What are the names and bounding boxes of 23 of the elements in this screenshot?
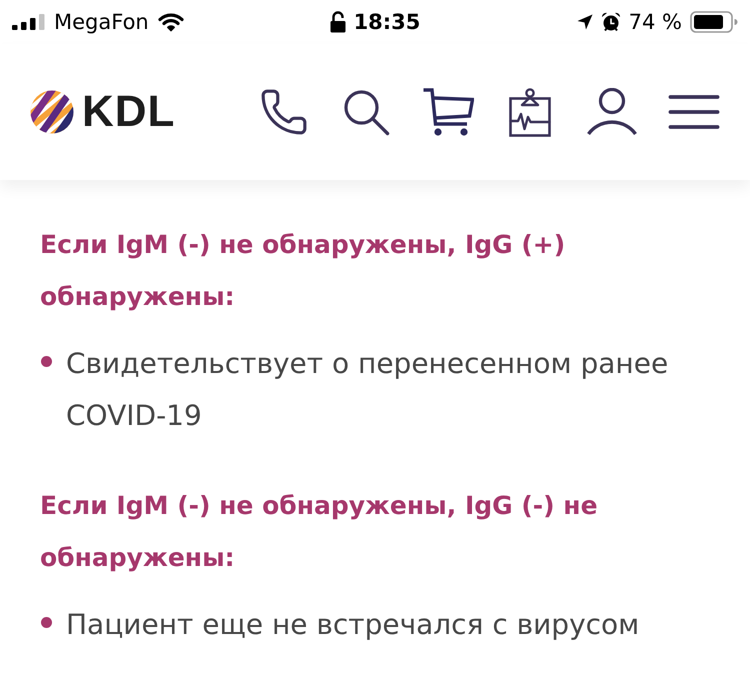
clock-time: 18:35 xyxy=(354,9,420,35)
search-icon[interactable] xyxy=(342,88,390,136)
user-icon[interactable] xyxy=(586,88,638,136)
striped-globe-icon xyxy=(30,90,74,134)
bullet-dot-icon xyxy=(41,356,52,367)
clipboard-heartbeat-icon[interactable] xyxy=(509,88,551,136)
list-item-text: Пациент еще не встречался с вирусом xyxy=(66,607,640,643)
lock-icon xyxy=(330,11,346,33)
battery-percent: 74 % xyxy=(628,9,682,35)
phone-icon[interactable] xyxy=(259,87,309,137)
signal-icon xyxy=(12,14,45,30)
menu-icon[interactable] xyxy=(668,94,720,130)
carrier-name: MegaFon xyxy=(54,9,149,35)
list-item-text: Свидетельствует о перенесенном ранее COVID-19 xyxy=(66,346,670,434)
cart-icon[interactable] xyxy=(422,88,474,136)
logo-text: KDL xyxy=(82,90,176,134)
wifi-icon xyxy=(158,12,184,32)
section-heading: Если IgM (-) не обнаружены, IgG (-) не обнаружены: xyxy=(40,490,599,574)
battery-icon xyxy=(690,11,738,33)
section-heading: Если IgM (-) не обнаружены, IgG (+) обнаружены: xyxy=(40,229,566,313)
alarm-clock-icon xyxy=(600,12,621,32)
location-arrow-icon xyxy=(576,14,593,30)
bullet-dot-icon xyxy=(41,617,52,628)
